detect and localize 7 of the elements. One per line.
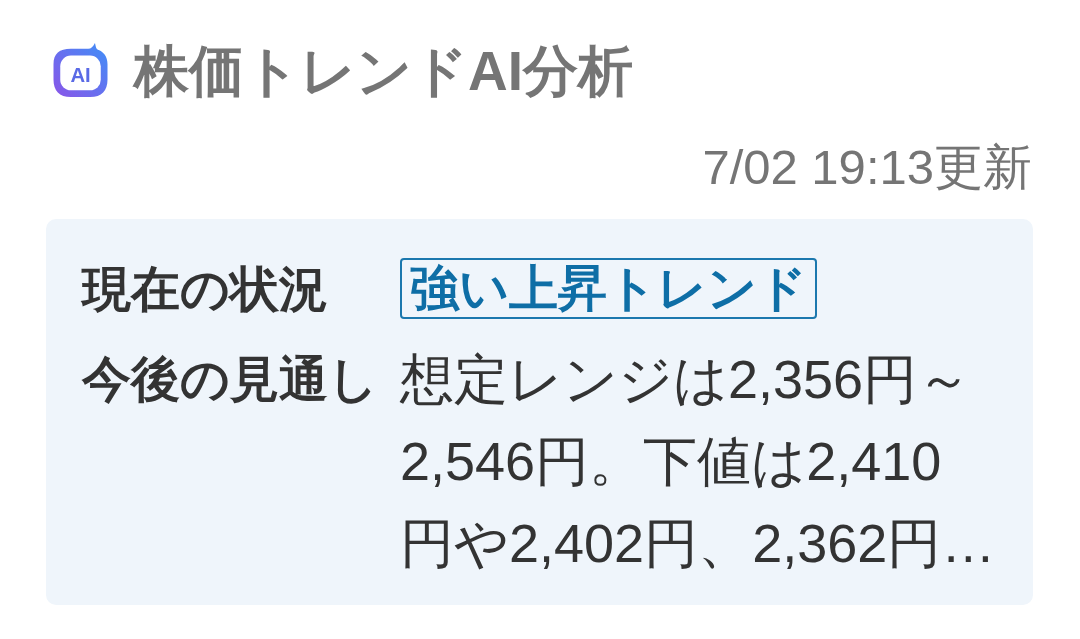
outlook-text: 想定レンジは2,356円～2,546円。下値は2,410円や2,402円、2,362円… xyxy=(400,348,997,575)
page-title: 株価トレンドAI分析 xyxy=(134,39,633,104)
row-label: 現在の状況 xyxy=(82,261,329,318)
row-label: 今後の見通し xyxy=(82,351,379,408)
trend-badge: 強い上昇トレンド xyxy=(400,258,817,319)
ai-logo-icon: AI xyxy=(53,43,108,97)
updated-timestamp: 7/02 19:13更新 xyxy=(702,139,1032,196)
